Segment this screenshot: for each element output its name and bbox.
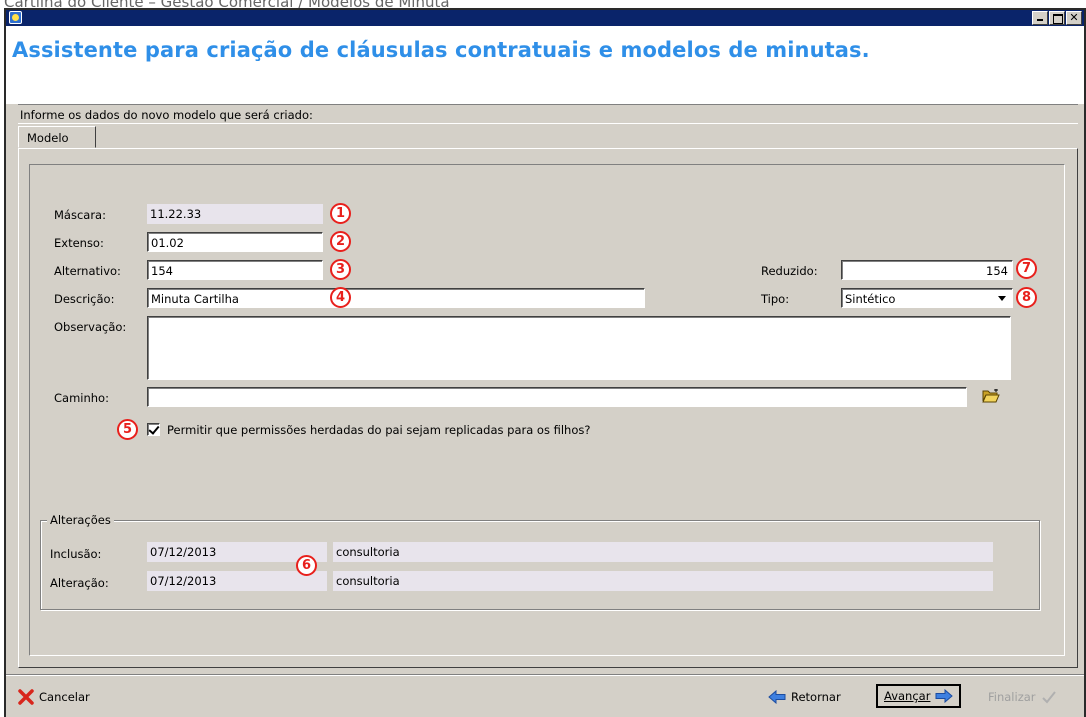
close-icon[interactable]: ✕ <box>1066 11 1082 25</box>
callout-badge-3: 3 <box>330 259 351 280</box>
caminho-field[interactable] <box>147 387 967 407</box>
tipo-select[interactable]: Sintético <box>841 288 1013 308</box>
observacao-label: Observação: <box>54 320 127 334</box>
back-button-label: Retornar <box>791 690 841 704</box>
maximize-icon[interactable] <box>1049 11 1065 25</box>
extenso-label: Extenso: <box>54 236 104 250</box>
callout-badge-4: 4 <box>330 287 351 308</box>
permissions-checkbox[interactable] <box>147 423 160 436</box>
callout-badge-6: 6 <box>296 555 317 576</box>
callout-badge-5: 5 <box>117 419 138 440</box>
callout-badge-1: 1 <box>330 203 351 224</box>
reduzido-field[interactable]: 154 <box>841 260 1013 280</box>
mascara-field: 11.22.33 <box>147 204 323 224</box>
callout-badge-2: 2 <box>330 231 351 252</box>
next-button[interactable]: Avançar <box>876 684 962 708</box>
chevron-down-icon[interactable] <box>998 296 1006 301</box>
next-button-label: Avançar <box>884 689 931 703</box>
cancel-button[interactable]: Cancelar <box>18 685 90 709</box>
alteracao-user: consultoria <box>333 571 993 591</box>
footer-button-bar: Cancelar Retornar Avançar Finalizar <box>6 674 1084 717</box>
alteracao-label: Alteração: <box>50 576 109 590</box>
minimize-icon[interactable] <box>1032 11 1048 25</box>
back-button[interactable]: Retornar <box>768 685 841 709</box>
window-controls: ✕ <box>1032 11 1082 25</box>
observacao-textarea[interactable] <box>147 316 1011 380</box>
tab-modelo[interactable]: Modelo <box>18 126 96 148</box>
wizard-window: ✕ Assistente para criação de cláusulas c… <box>4 8 1086 717</box>
page-title: Assistente para criação de cláusulas con… <box>12 38 870 62</box>
cancel-button-label: Cancelar <box>39 690 90 704</box>
finish-button-label: Finalizar <box>988 690 1036 704</box>
descricao-field[interactable]: Minuta Cartilha <box>147 288 645 308</box>
mascara-label: Máscara: <box>54 208 106 222</box>
tipo-label: Tipo: <box>761 292 790 306</box>
folder-open-icon[interactable] <box>982 389 1000 403</box>
title-bar: ✕ <box>6 10 1084 26</box>
instructions-text: Informe os dados do novo modelo que será… <box>20 108 313 122</box>
instructions-bar: Informe os dados do novo modelo que será… <box>18 104 1078 124</box>
alteracoes-title: Alterações <box>47 513 114 527</box>
arrow-left-icon <box>768 690 786 704</box>
callout-badge-7: 7 <box>1016 258 1037 279</box>
reduzido-label: Reduzido: <box>761 264 818 278</box>
tipo-selected-value: Sintético <box>845 292 896 306</box>
arrow-right-icon <box>935 689 954 703</box>
alteracoes-group: Alterações <box>40 513 1040 610</box>
checkmark-icon <box>1041 691 1056 704</box>
app-icon <box>9 11 22 24</box>
alternativo-field[interactable]: 154 <box>147 260 323 280</box>
tab-modelo-label: Modelo <box>27 131 69 145</box>
tab-panel-modelo: Máscara: 11.22.33 1 Extenso: 01.02 2 Alt… <box>18 148 1078 668</box>
alternativo-label: Alternativo: <box>54 264 121 278</box>
finish-button[interactable]: Finalizar <box>988 685 1057 709</box>
extenso-field[interactable]: 01.02 <box>147 232 323 252</box>
cancel-x-icon <box>18 689 34 705</box>
callout-badge-8: 8 <box>1016 287 1037 308</box>
permissions-label[interactable]: Permitir que permissões herdadas do pai … <box>167 423 590 437</box>
descricao-label: Descrição: <box>54 292 115 306</box>
form-area: Máscara: 11.22.33 1 Extenso: 01.02 2 Alt… <box>29 164 1065 656</box>
inclusao-user: consultoria <box>333 542 993 562</box>
caminho-label: Caminho: <box>54 391 109 405</box>
inclusao-label: Inclusão: <box>50 547 102 561</box>
